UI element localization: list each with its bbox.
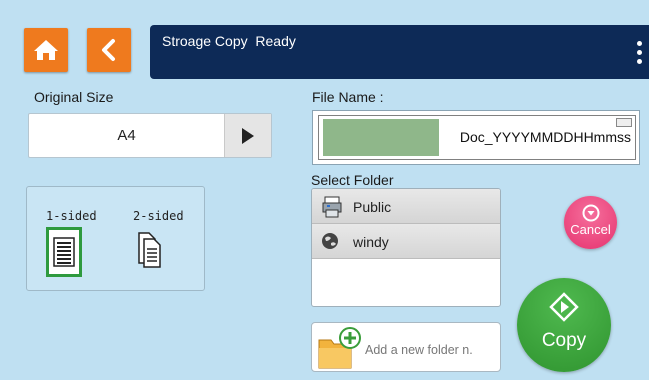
original-size-value: A4 [117, 127, 136, 144]
copy-label: Copy [541, 330, 587, 351]
start-diamond-icon [549, 292, 579, 322]
play-arrow-icon [242, 127, 254, 144]
sided-panel: 1-sided 2-sided [26, 186, 205, 291]
folder-item-public[interactable]: Public [312, 189, 500, 224]
original-size-label: Original Size [34, 89, 114, 105]
two-sided-document-icon [138, 232, 161, 268]
two-sided-option[interactable] [133, 229, 165, 269]
back-button[interactable] [87, 28, 131, 72]
printer-icon [321, 196, 343, 221]
home-icon [34, 40, 58, 60]
file-name-label: File Name : [312, 89, 384, 105]
add-folder-button[interactable]: Add a new folder n. [311, 322, 501, 372]
back-icon [102, 39, 115, 61]
stop-icon [582, 204, 599, 222]
one-sided-option[interactable] [46, 227, 82, 277]
folder-name: windy [353, 234, 389, 250]
user-globe-icon [321, 232, 339, 253]
text-selection-highlight [323, 119, 439, 156]
status-text: Stroage Copy Ready [162, 33, 296, 49]
two-sided-label: 2-sided [133, 209, 184, 223]
add-folder-label: Add a new folder n. [365, 343, 473, 357]
size-next-button[interactable] [224, 114, 271, 157]
folder-name: Public [353, 199, 392, 215]
cancel-button[interactable]: Cancel [564, 196, 617, 249]
file-name-field[interactable]: Doc_YYYYMMDDHHmmss [312, 110, 640, 165]
folder-item-windy[interactable]: windy [312, 224, 500, 259]
home-button[interactable] [24, 28, 68, 72]
file-name-input[interactable]: Doc_YYYYMMDDHHmmss [318, 115, 636, 160]
keyboard-icon[interactable] [616, 118, 632, 127]
file-name-value: Doc_YYYYMMDDHHmmss [459, 129, 631, 145]
select-folder-label: Select Folder [311, 172, 394, 188]
copy-button[interactable]: Copy [517, 278, 611, 372]
status-bar: Stroage Copy Ready [150, 25, 649, 79]
more-vert-icon[interactable] [637, 41, 643, 64]
folder-list: Public windy [311, 188, 501, 307]
original-size-selector[interactable]: A4 [28, 113, 272, 158]
one-sided-label: 1-sided [46, 209, 97, 223]
cancel-label: Cancel [570, 222, 611, 237]
one-sided-document-icon [53, 237, 75, 267]
add-folder-icon [317, 326, 365, 375]
